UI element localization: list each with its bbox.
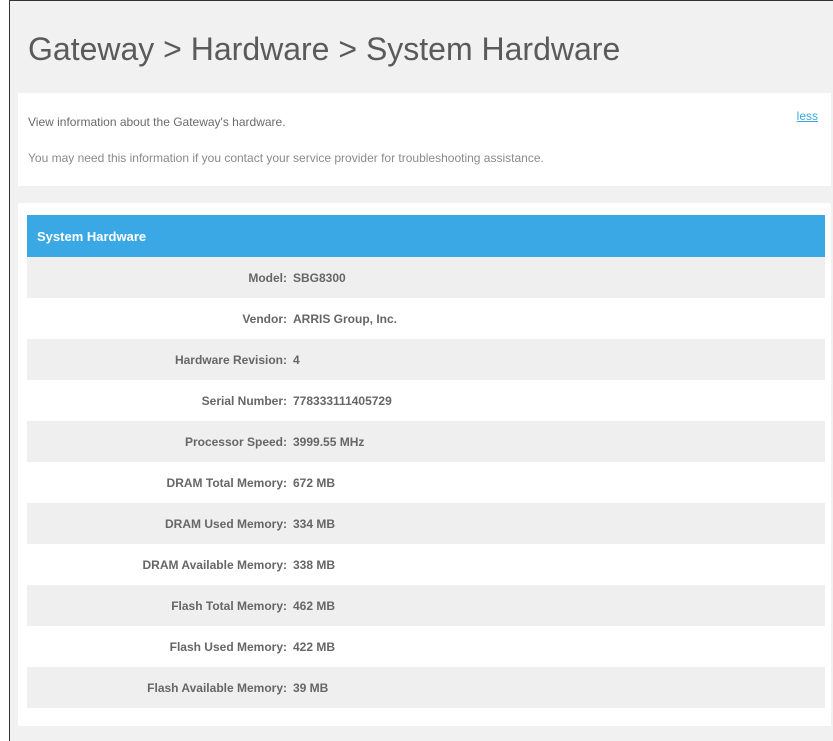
- table-row: Hardware Revision: 4: [27, 339, 825, 380]
- row-label: Processor Speed:: [184, 434, 287, 449]
- row-label: DRAM Available Memory:: [142, 557, 287, 572]
- table-row: Flash Used Memory: 422 MB: [27, 626, 825, 667]
- less-link[interactable]: less: [797, 109, 818, 123]
- row-label: Flash Used Memory:: [169, 639, 287, 654]
- row-label: Flash Total Memory:: [171, 598, 287, 613]
- row-label: Hardware Revision:: [174, 352, 287, 367]
- bottom-spacer: [18, 726, 831, 741]
- hardware-table: Model: SBG8300 Vendor: ARRIS Group, Inc.…: [27, 257, 825, 708]
- row-value: 672 MB: [293, 475, 336, 490]
- row-label: Flash Available Memory:: [147, 680, 287, 695]
- row-value: 422 MB: [293, 639, 336, 654]
- panel-header: System Hardware: [27, 215, 825, 257]
- table-row: Flash Available Memory: 39 MB: [27, 667, 825, 708]
- row-value: SBG8300: [293, 270, 346, 285]
- system-hardware-panel: System Hardware Model: SBG8300 Vendor: A…: [18, 203, 831, 726]
- panel-title: System Hardware: [37, 228, 147, 244]
- row-label: Model:: [248, 270, 287, 285]
- row-value: 778333111405729: [293, 393, 392, 408]
- row-value: 4: [293, 352, 300, 367]
- table-row: DRAM Available Memory: 338 MB: [27, 544, 825, 585]
- info-note: You may need this information if you con…: [28, 151, 544, 165]
- table-row: Serial Number: 778333111405729: [27, 380, 825, 421]
- row-label: Vendor:: [242, 311, 287, 326]
- info-description: View information about the Gateway's har…: [28, 115, 286, 129]
- row-value: 338 MB: [293, 557, 336, 572]
- table-row: DRAM Total Memory: 672 MB: [27, 462, 825, 503]
- table-row: DRAM Used Memory: 334 MB: [27, 503, 825, 544]
- row-label: Serial Number:: [201, 393, 287, 408]
- row-value: 3999.55 MHz: [293, 434, 365, 449]
- row-value: 334 MB: [293, 516, 336, 531]
- table-row: Vendor: ARRIS Group, Inc.: [27, 298, 825, 339]
- row-value: 39 MB: [293, 680, 329, 695]
- row-label: DRAM Used Memory:: [164, 516, 287, 531]
- page-title: Gateway > Hardware > System Hardware: [28, 31, 621, 67]
- row-label: DRAM Total Memory:: [166, 475, 287, 490]
- info-box: View information about the Gateway's har…: [18, 93, 831, 186]
- table-row: Flash Total Memory: 462 MB: [27, 585, 825, 626]
- row-value: 462 MB: [293, 598, 336, 613]
- table-row: Model: SBG8300: [27, 257, 825, 298]
- row-value: ARRIS Group, Inc.: [293, 311, 398, 326]
- table-row: Processor Speed: 3999.55 MHz: [27, 421, 825, 462]
